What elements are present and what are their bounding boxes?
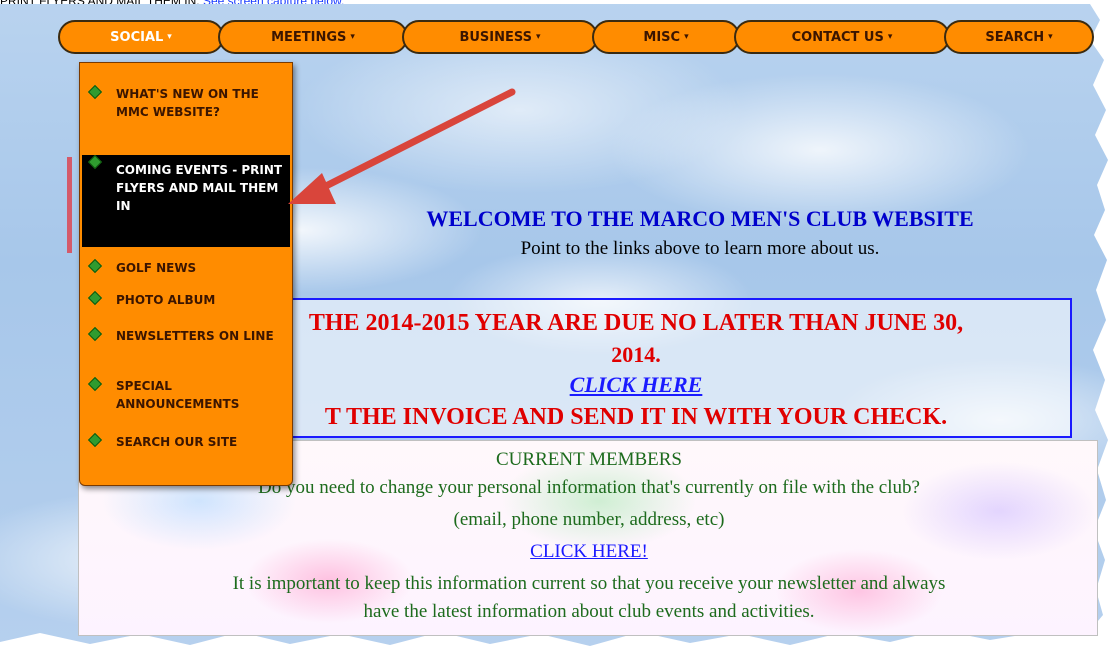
chevron-down-icon: ▾ xyxy=(887,32,893,42)
diamond-bullet-icon xyxy=(87,290,103,306)
menu-item-label: SEARCH OUR SITE xyxy=(116,435,238,449)
members-note-1: It is important to keep this information… xyxy=(232,573,946,594)
diamond-bullet-icon xyxy=(87,432,103,448)
main-nav: SOCIAL ▾ MEETINGS ▾ BUSINESS ▾ MISC ▾ CONTAC… xyxy=(58,20,1098,58)
menu-item-whats-new[interactable]: WHAT'S NEW ON THE MMC WEBSITE? xyxy=(82,84,290,121)
menu-item-label: GOLF NEWS xyxy=(116,261,197,275)
nav-tab-misc[interactable]: MISC ▾ xyxy=(592,20,740,54)
menu-item-label: COMING EVENTS - PRINT FLYERS AND MAIL TH… xyxy=(116,163,283,213)
chevron-down-icon: ▾ xyxy=(684,32,689,42)
dues-line-3: T THE INVOICE AND SEND IT IN WITH YOUR C… xyxy=(324,404,948,430)
menu-item-label: PHOTO ALBUM xyxy=(116,293,216,307)
chevron-down-icon: ▾ xyxy=(167,32,172,42)
menu-item-label: WHAT'S NEW ON THE MMC WEBSITE? xyxy=(116,87,259,119)
diamond-bullet-icon xyxy=(87,154,103,170)
nav-tab-search[interactable]: SEARCH ▾ xyxy=(944,20,1094,54)
dues-notice: THE 2014-2015 YEAR ARE DUE NO LATER THAN… xyxy=(200,298,1072,438)
nav-tab-meetings[interactable]: MEETINGS ▾ xyxy=(218,20,408,54)
diamond-bullet-icon xyxy=(87,326,103,342)
members-note-2: have the latest information about club e… xyxy=(363,601,815,622)
nav-tab-label: SEARCH xyxy=(985,29,1045,45)
menu-item-golf-news[interactable]: GOLF NEWS xyxy=(82,258,290,277)
dues-click-here-link[interactable]: CLICK HERE xyxy=(202,372,1070,398)
members-click-here-link[interactable]: CLICK HERE! xyxy=(79,541,1099,563)
chevron-down-icon: ▾ xyxy=(350,32,355,42)
welcome-title: WELCOME TO THE MARCO MEN'S CLUB WEBSITE xyxy=(426,206,974,231)
nav-tab-label: MISC xyxy=(643,29,681,45)
nav-tab-label: BUSINESS xyxy=(459,29,533,45)
chevron-down-icon: ▾ xyxy=(536,32,541,42)
nav-tab-label: CONTACT US xyxy=(791,29,884,45)
social-dropdown-menu: WHAT'S NEW ON THE MMC WEBSITE? COMING EV… xyxy=(79,62,293,486)
menu-item-label: SPECIAL ANNOUNCEMENTS xyxy=(116,379,240,411)
welcome-subtitle: Point to the links above to learn more a… xyxy=(520,238,880,259)
menu-item-label: NEWSLETTERS ON LINE xyxy=(116,329,274,343)
menu-item-newsletters[interactable]: NEWSLETTERS ON LINE xyxy=(82,326,290,345)
diamond-bullet-icon xyxy=(87,84,103,100)
dues-line-1: THE 2014-2015 YEAR ARE DUE NO LATER THAN… xyxy=(308,310,964,336)
menu-item-search-our-site[interactable]: SEARCH OUR SITE xyxy=(82,432,290,451)
nav-tab-label: SOCIAL xyxy=(110,29,164,45)
diamond-bullet-icon xyxy=(87,258,103,274)
chevron-down-icon: ▾ xyxy=(1048,32,1053,42)
nav-tab-social[interactable]: SOCIAL ▾ xyxy=(58,20,224,54)
menu-item-coming-events[interactable]: COMING EVENTS - PRINT FLYERS AND MAIL TH… xyxy=(82,154,290,247)
menu-item-photo-album[interactable]: PHOTO ALBUM xyxy=(82,290,290,309)
nav-tab-contact-us[interactable]: CONTACT US ▾ xyxy=(734,20,950,54)
members-examples: (email, phone number, address, etc) xyxy=(453,509,725,530)
menu-item-special-announcements[interactable]: SPECIAL ANNOUNCEMENTS xyxy=(82,376,290,413)
dues-line-2: 2014. xyxy=(611,342,661,367)
screen-capture: SOCIAL ▾ MEETINGS ▾ BUSINESS ▾ MISC ▾ CONTAC… xyxy=(0,0,1113,656)
highlight-marker xyxy=(67,157,72,253)
nav-tab-label: MEETINGS xyxy=(271,29,347,45)
nav-tab-business[interactable]: BUSINESS ▾ xyxy=(402,20,598,54)
diamond-bullet-icon xyxy=(87,376,103,392)
